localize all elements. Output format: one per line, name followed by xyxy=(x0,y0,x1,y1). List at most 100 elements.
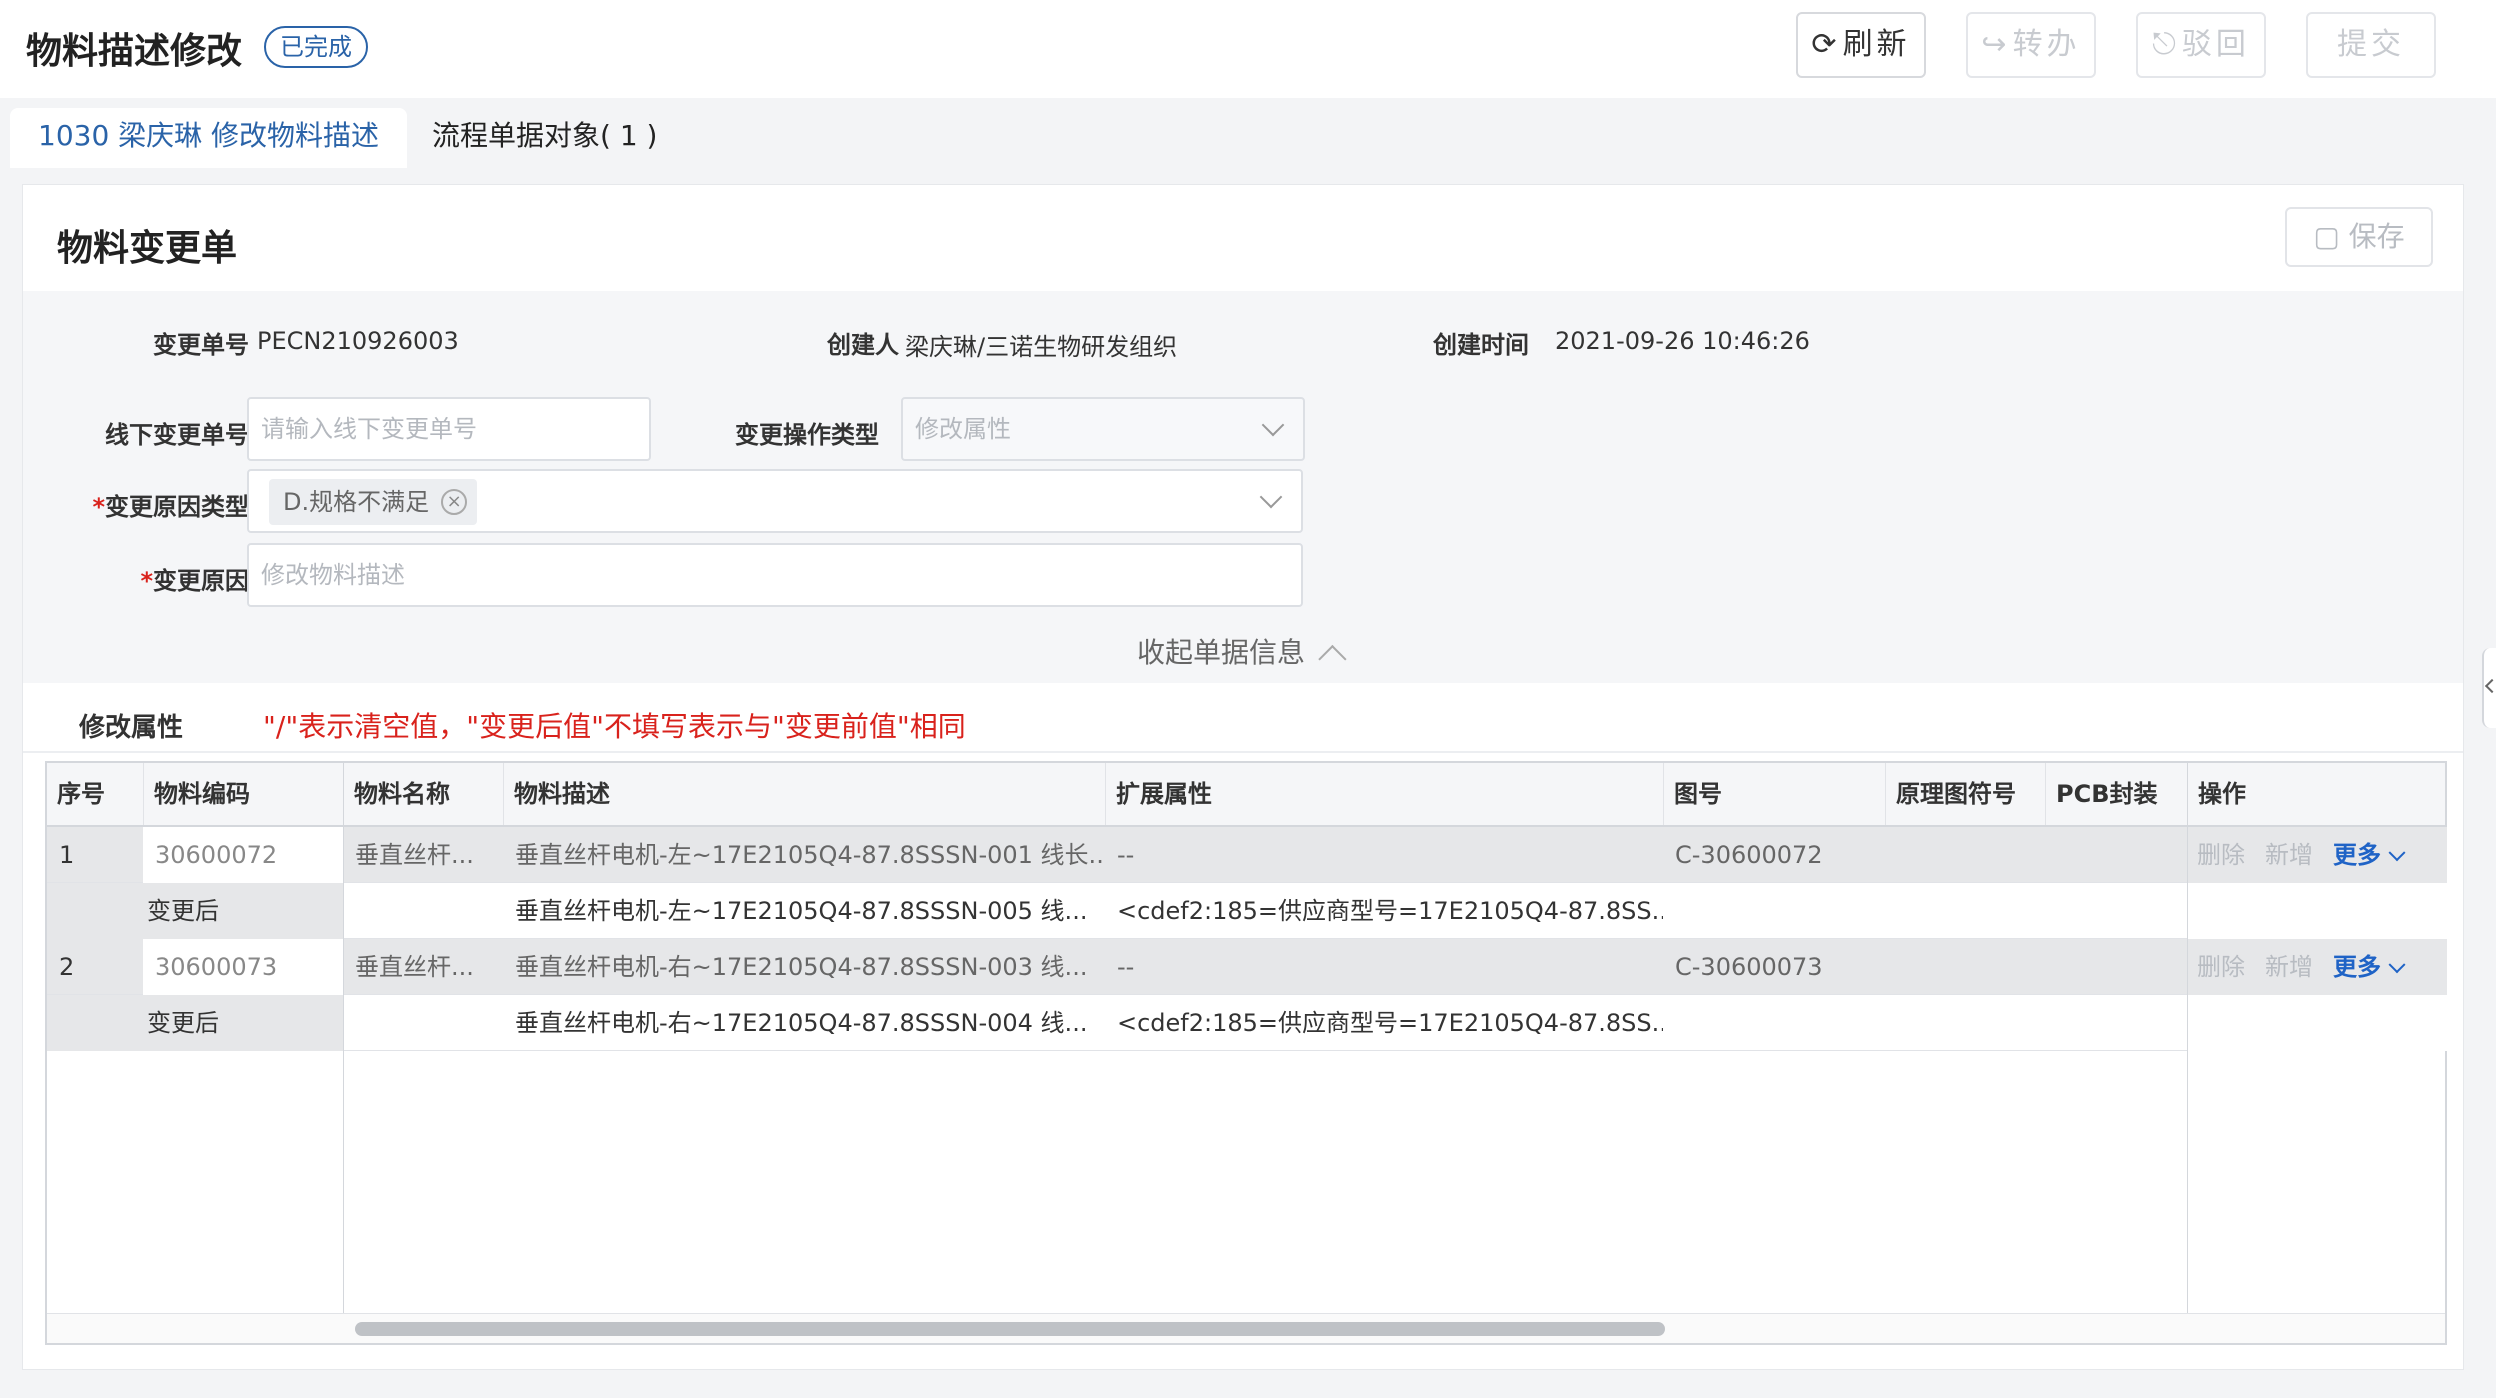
reject-label: 驳回 xyxy=(2181,27,2250,62)
material-code: 30600073 xyxy=(143,939,343,995)
col-pcb: PCB封装 xyxy=(2045,763,2187,825)
created-time-value: 2021-09-26 10:46:26 xyxy=(1555,327,1810,355)
transfer-button[interactable]: ↪ 转办 xyxy=(1966,12,2096,78)
share-icon: ↪ xyxy=(1981,27,2007,62)
attribute-table: 序号 物料编码 物料名称 物料描述 扩展属性 图号 原理图符号 PCB封装 操作… xyxy=(45,761,2447,1345)
offline-no-input[interactable]: 请输入线下变更单号 xyxy=(247,397,651,461)
chevron-down-icon xyxy=(1259,485,1283,509)
more-label: 更多 xyxy=(2333,841,2381,869)
add-button[interactable]: 新增 xyxy=(2265,827,2313,883)
delete-button[interactable]: 删除 xyxy=(2197,827,2245,883)
drawing-no: C-30600072 xyxy=(1675,841,1823,869)
op-type-label: 变更操作类型 xyxy=(735,421,879,449)
material-name: 垂直丝杆... xyxy=(355,953,474,981)
reason-label: *变更原因 xyxy=(43,561,249,596)
row-actions-empty xyxy=(2187,995,2447,1051)
page-header: 物料描述修改 已完成 ⟳ 刷新 ↪ 转办 ⎋ 驳回 提交 xyxy=(0,0,2496,98)
save-icon: ▢ xyxy=(2313,220,2349,253)
more-label: 更多 xyxy=(2333,953,2381,981)
col-code: 物料编码 xyxy=(143,763,343,825)
after-desc[interactable]: 垂直丝杆电机-右~17E2105Q4-87.8SSSN-004 线... xyxy=(503,995,1105,1051)
col-desc: 物料描述 xyxy=(503,763,1105,825)
col-drawing: 图号 xyxy=(1663,763,1885,825)
change-no-value: PECN210926003 xyxy=(257,327,459,355)
table-header: 序号 物料编码 物料名称 物料描述 扩展属性 图号 原理图符号 PCB封装 操作 xyxy=(47,763,2445,827)
col-ext: 扩展属性 xyxy=(1105,763,1663,825)
card-title: 物料变更单 xyxy=(57,228,238,269)
col-schematic: 原理图符号 xyxy=(1885,763,2045,825)
reason-type-tag-label: D.规格不满足 xyxy=(283,488,430,516)
ext-attr: -- xyxy=(1117,953,1135,981)
creator-label: 创建人 xyxy=(827,331,899,359)
save-label: 保存 xyxy=(2348,220,2405,253)
chevron-down-icon xyxy=(1261,413,1285,437)
reason-type-label-text: 变更原因类型 xyxy=(105,493,249,521)
collapse-toggle[interactable]: 收起单据信息 xyxy=(1137,631,1347,674)
table-row: 2 30600073 垂直丝杆... 垂直丝杆电机-右~17E2105Q4-87… xyxy=(47,939,2447,995)
horizontal-scrollbar[interactable] xyxy=(47,1313,2445,1343)
attr-note: "/"表示清空值，"变更后值"不填写表示与"变更前值"相同 xyxy=(263,710,966,743)
scrollbar-thumb[interactable] xyxy=(355,1322,1665,1336)
table-row-after: 变更后 垂直丝杆电机-左~17E2105Q4-87.8SSSN-005 线...… xyxy=(47,883,2447,939)
attr-section-label: 修改属性 xyxy=(79,713,184,743)
ext-attr: -- xyxy=(1117,841,1135,869)
creator-value: 梁庆琳/三诺生物研发组织 xyxy=(905,333,1178,361)
tab-objects[interactable]: 流程单据对象( 1 ) xyxy=(404,108,685,168)
op-type-value: 修改属性 xyxy=(915,415,1011,443)
refresh-button[interactable]: ⟳ 刷新 xyxy=(1796,12,1926,78)
reject-button[interactable]: ⎋ 驳回 xyxy=(2136,12,2266,78)
delete-button[interactable]: 删除 xyxy=(2197,939,2245,995)
chevron-down-icon xyxy=(2388,956,2406,974)
material-change-card: 物料变更单 ▢ 保存 变更单号 PECN210926003 创建人 梁庆琳/三诺… xyxy=(22,184,2464,1370)
after-desc[interactable]: 垂直丝杆电机-左~17E2105Q4-87.8SSSN-005 线... xyxy=(503,883,1105,939)
col-name: 物料名称 xyxy=(343,763,503,825)
app-page: 物料描述修改 已完成 ⟳ 刷新 ↪ 转办 ⎋ 驳回 提交 1030 梁庆琳 修改物料描… xyxy=(0,0,2496,1398)
material-desc: 垂直丝杆电机-左~17E2105Q4-87.8SSSN-001 线长... xyxy=(515,841,1105,869)
refresh-label: 刷新 xyxy=(1842,27,1911,62)
row-index: 1 xyxy=(59,841,75,869)
col-index: 序号 xyxy=(57,780,105,808)
row-actions: 删除 新增 更多 xyxy=(2187,939,2447,995)
row-index: 2 xyxy=(59,953,75,981)
add-button[interactable]: 新增 xyxy=(2265,939,2313,995)
required-mark: * xyxy=(92,493,105,521)
material-name: 垂直丝杆... xyxy=(355,841,474,869)
tab-process[interactable]: 1030 梁庆琳 修改物料描述 xyxy=(10,108,408,168)
more-button[interactable]: 更多 xyxy=(2333,939,2406,995)
reason-type-tag: D.规格不满足 × xyxy=(269,479,478,525)
row-actions: 删除 新增 更多 xyxy=(2187,827,2447,883)
drawing-no: C-30600073 xyxy=(1675,953,1823,981)
reason-type-select[interactable]: D.规格不满足 × xyxy=(247,469,1303,533)
reject-icon: ⎋ xyxy=(2152,27,2176,62)
card-header: 物料变更单 ▢ 保存 xyxy=(23,185,2463,291)
material-code: 30600072 xyxy=(143,827,343,883)
after-label: 变更后 xyxy=(47,883,343,939)
close-icon[interactable]: × xyxy=(441,489,468,515)
op-type-select[interactable]: 修改属性 xyxy=(901,397,1305,461)
side-panel-handle[interactable] xyxy=(2482,648,2496,728)
frozen-divider xyxy=(343,763,344,1345)
required-mark: * xyxy=(140,567,153,595)
chevron-down-icon xyxy=(2388,844,2406,862)
more-button[interactable]: 更多 xyxy=(2333,827,2406,883)
submit-button[interactable]: 提交 xyxy=(2306,12,2436,78)
tab-bar: 1030 梁庆琳 修改物料描述 流程单据对象( 1 ) xyxy=(0,98,2480,168)
save-button[interactable]: ▢ 保存 xyxy=(2285,207,2433,267)
table-row: 1 30600072 垂直丝杆... 垂直丝杆电机-左~17E2105Q4-87… xyxy=(47,827,2447,883)
created-time-label: 创建时间 xyxy=(1433,331,1529,359)
submit-label: 提交 xyxy=(2337,27,2405,62)
offline-no-label: 线下变更单号 xyxy=(105,421,249,449)
page-title: 物料描述修改 xyxy=(26,31,243,72)
reason-type-label: *变更原因类型 xyxy=(43,487,249,522)
chevron-left-icon xyxy=(2484,678,2496,694)
refresh-icon: ⟳ xyxy=(1811,27,1837,62)
row-actions-empty xyxy=(2187,883,2447,939)
reason-input[interactable]: 修改物料描述 xyxy=(247,543,1303,607)
chevron-up-icon xyxy=(1318,644,1347,674)
collapse-label: 收起单据信息 xyxy=(1137,636,1306,669)
frozen-divider xyxy=(2187,763,2188,1345)
transfer-label: 转办 xyxy=(2012,27,2081,62)
after-ext[interactable]: <cdef2:185=供应商型号=17E2105Q4-87.8SS... xyxy=(1105,883,1663,939)
after-ext[interactable]: <cdef2:185=供应商型号=17E2105Q4-87.8SS... xyxy=(1105,995,1663,1051)
table-row-after: 变更后 垂直丝杆电机-右~17E2105Q4-87.8SSSN-004 线...… xyxy=(47,995,2447,1051)
